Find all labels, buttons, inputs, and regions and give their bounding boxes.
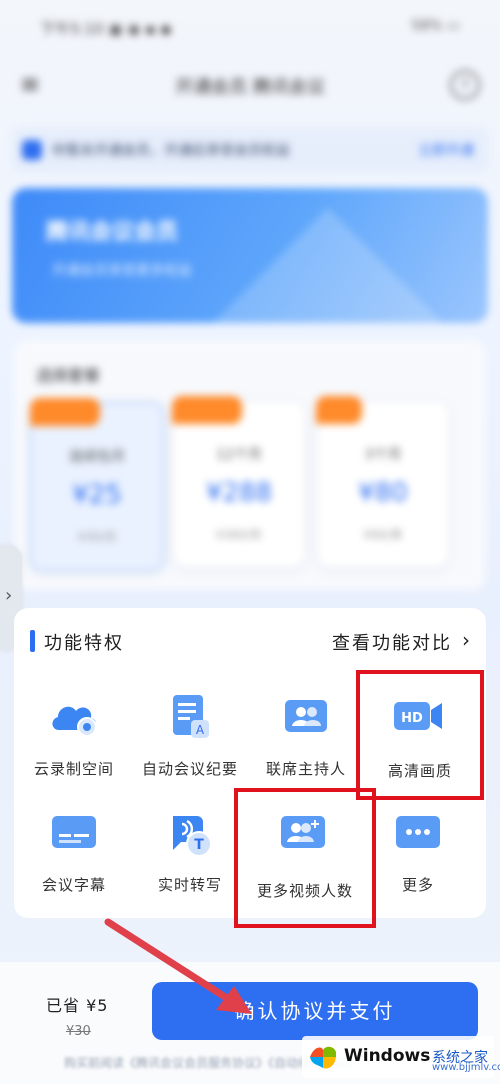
watermark-url: www.bjjmlv.com (432, 1062, 500, 1073)
annotation-arrow (104, 918, 252, 1014)
watermark-brand: Windows (344, 1046, 431, 1066)
watermark: Windows 系统之家 www.bjjmlv.com (302, 1036, 500, 1078)
windows-logo-icon (310, 1046, 336, 1069)
